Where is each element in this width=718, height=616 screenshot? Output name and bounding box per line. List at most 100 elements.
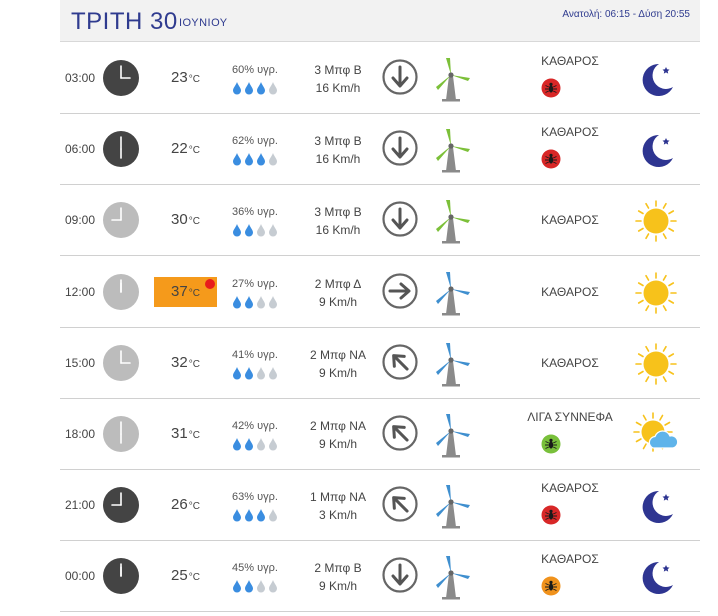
humidity: 41% υγρ. (232, 348, 278, 361)
night-clock-icon (103, 131, 139, 168)
forecast-row: 15:00 32°C 41% υγρ. 2 Μπφ ΝΑ 9 Km/h ΚΑΘΑ… (60, 328, 700, 399)
wind-direction-arrow-icon (382, 344, 418, 380)
temperature-unit: °C (188, 501, 200, 513)
wind-beaufort: 2 Μπφ ΝΑ (310, 347, 366, 362)
wind-turbine-icon (432, 483, 472, 529)
day-clock-icon (103, 416, 139, 452)
row-time: 09:00 (65, 213, 96, 228)
day-header: ΤΡΙΤΗ 30 ΙΟΥΝΙΟΥ Ανατολή: 06:15 - Δύση 2… (60, 0, 700, 42)
moon-icon (633, 56, 679, 102)
temperature-unit: °C (188, 572, 200, 584)
humidity: 36% υγρ. (232, 206, 278, 219)
row-time: 12:00 (65, 284, 96, 299)
temperature: 22°C (154, 134, 217, 164)
wind-beaufort: 3 Μπφ Β (314, 205, 362, 220)
wind-beaufort: 3 Μπφ Β (314, 134, 362, 149)
temperature-unit: °C (188, 74, 200, 85)
temperature-value: 22 (171, 140, 188, 158)
forecast-row: 21:00 26°C 63% υγρ. 1 Μπφ ΝΑ 3 Km/h ΚΑΘΑ… (60, 470, 700, 542)
temperature-unit: °C (188, 430, 200, 441)
wind-turbine-icon (432, 198, 472, 244)
wind-turbine-icon (432, 270, 472, 316)
sky-condition: ΛΙΓΑ ΣΥΝΝΕΦΑ (527, 410, 613, 424)
temperature: 37°C (154, 276, 217, 307)
temperature-value: 37 (171, 282, 188, 300)
wind-direction-arrow-icon (382, 130, 418, 166)
day-month: ΙΟΥΝΙΟΥ (179, 17, 228, 29)
humidity: 45% υγρ. (232, 562, 278, 575)
night-clock-icon (103, 60, 139, 96)
temperature: 26°C (154, 490, 217, 520)
temperature: 23°C (154, 63, 217, 93)
temperature-unit: °C (188, 358, 200, 370)
dust-level-icon (541, 576, 561, 596)
temperature-value: 26 (171, 496, 188, 514)
wind-info: 3 Μπφ Β 16 Km/h (300, 132, 376, 168)
dust-level-icon (541, 149, 561, 169)
row-time: 15:00 (65, 355, 96, 370)
humidity-drops-icon (232, 81, 292, 95)
humidity-drops-icon (232, 152, 292, 166)
wind-turbine-icon (432, 56, 472, 102)
sky-condition: ΚΑΘΑΡΟΣ (541, 355, 599, 370)
forecast-row: 12:00 37°C 27% υγρ. 2 Μπφ Δ 9 Km/h ΚΑΘΑΡ… (60, 257, 700, 328)
wind-beaufort: 2 Μπφ ΝΑ (310, 419, 366, 433)
temperature-value: 32 (171, 353, 188, 371)
wind-direction-arrow-icon (382, 557, 418, 593)
humidity: 27% υγρ. (232, 277, 278, 290)
humidity: 63% υγρ. (232, 491, 278, 504)
wind-direction-arrow-icon (382, 415, 418, 451)
row-time: 03:00 (65, 71, 96, 85)
wind-info: 3 Μπφ Β 16 Km/h (300, 61, 376, 97)
humidity: 62% υγρ. (232, 135, 278, 148)
sky-condition: ΚΑΘΑΡΟΣ (541, 552, 599, 567)
row-time: 06:00 (65, 142, 96, 157)
moon-icon (633, 127, 679, 173)
night-clock-icon (103, 558, 139, 595)
moon-icon (633, 554, 679, 600)
wind-speed: 16 Km/h (315, 223, 361, 238)
wind-turbine-icon (432, 341, 472, 387)
wind-direction-arrow-icon (382, 272, 418, 309)
wind-info: 1 Μπφ ΝΑ 3 Km/h (300, 488, 376, 524)
wind-turbine-icon (432, 127, 472, 173)
wind-speed: 16 Km/h (315, 81, 361, 95)
wind-speed: 9 Km/h (318, 437, 357, 451)
wind-speed: 16 Km/h (315, 152, 361, 167)
humidity-drops-icon (232, 366, 292, 380)
forecast-row: 00:00 25°C 45% υγρ. 2 Μπφ Β 9 Km/h ΚΑΘΑΡ… (60, 541, 700, 613)
wind-speed: 3 Km/h (318, 508, 357, 523)
moon-icon (633, 483, 679, 529)
humidity-drops-icon (232, 437, 292, 451)
row-time: 18:00 (65, 427, 96, 441)
humidity-drops-icon (232, 508, 292, 522)
temperature-value: 31 (171, 425, 188, 442)
wind-speed: 9 Km/h (318, 579, 357, 594)
sun-icon (633, 198, 679, 244)
wind-beaufort: 1 Μπφ ΝΑ (310, 490, 366, 505)
wind-speed: 9 Km/h (318, 365, 357, 380)
temperature-value: 30 (171, 211, 188, 229)
forecast-row: 03:00 23°C 60% υγρ. 3 Μπφ Β 16 Km/h ΚΑΘΑ… (60, 43, 700, 114)
sky-condition: ΚΑΘΑΡΟΣ (541, 284, 599, 299)
wind-direction-arrow-icon (382, 201, 418, 237)
wind-info: 2 Μπφ Δ 9 Km/h (300, 275, 376, 311)
wind-beaufort: 2 Μπφ Δ (314, 276, 362, 291)
temperature-unit: °C (188, 216, 200, 228)
sunrise-sunset: Ανατολή: 06:15 - Δύση 20:55 (562, 9, 690, 20)
forecast-row: 09:00 30°C 36% υγρ. 3 Μπφ Β 16 Km/h ΚΑΘΑ… (60, 185, 700, 257)
day-clock-icon (103, 273, 139, 310)
wind-beaufort: 2 Μπφ Β (314, 561, 362, 576)
day-clock-icon (103, 344, 139, 381)
temperature: 25°C (154, 561, 217, 591)
wind-info: 3 Μπφ Β 16 Km/h (300, 203, 376, 239)
temperature-unit: °C (188, 145, 200, 157)
sky-condition: ΚΑΘΑΡΟΣ (541, 125, 599, 140)
dust-level-icon (541, 505, 561, 525)
forecast-row: 18:00 31°C 42% υγρ. 2 Μπφ ΝΑ 9 Km/h ΛΙΓΑ… (60, 399, 700, 470)
wind-turbine-icon (432, 554, 472, 600)
row-time: 21:00 (65, 498, 96, 513)
wind-turbine-icon (432, 412, 472, 458)
temperature: 31°C (154, 419, 217, 449)
wind-direction-arrow-icon (382, 486, 418, 522)
